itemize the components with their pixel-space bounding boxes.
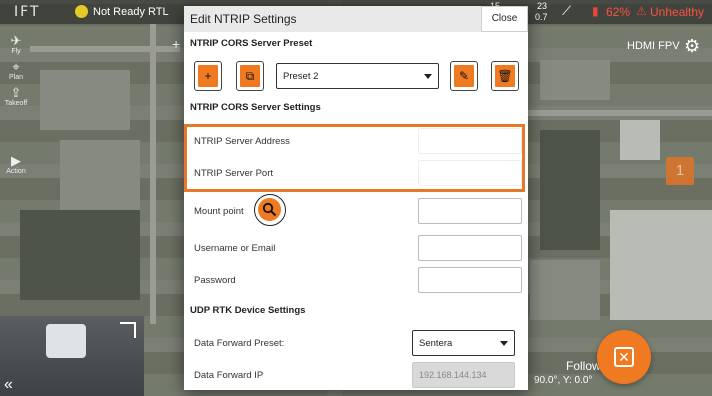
flight-mode[interactable]: RTL (148, 6, 169, 18)
tool-fly[interactable]: ✈ Fly (4, 33, 28, 56)
status-dot-icon (75, 5, 88, 18)
tool-label: Plan (8, 74, 23, 81)
ntrip-settings-dialog: Edit NTRIP Settings Close NTRIP CORS Ser… (184, 6, 528, 390)
map-block (60, 140, 140, 210)
delete-preset-button[interactable]: 🗑 (491, 61, 519, 91)
vehicle-status[interactable]: Not Ready (93, 6, 145, 18)
add-preset-button[interactable]: + (194, 61, 222, 91)
preset-section-title: NTRIP CORS Server Preset (190, 38, 313, 49)
map-block (40, 70, 130, 130)
gear-icon[interactable]: ⚙ (684, 36, 700, 57)
left-toolbar: ✈ Fly ⌖ Plan ⇪ Takeoff ▶ Action (0, 24, 30, 194)
tool-takeoff[interactable]: ⇪ Takeoff (4, 85, 28, 108)
map-road (30, 46, 180, 52)
pencil-icon: ✎ (454, 65, 474, 87)
close-icon: ✕ (614, 347, 634, 367)
mount-point-input[interactable] (418, 198, 522, 224)
expand-icon[interactable] (120, 322, 136, 338)
data-forward-ip-label: Data Forward IP (194, 370, 264, 381)
map-road (528, 110, 712, 116)
hdop-value: 0.7 (535, 12, 548, 22)
battery-percent: 62% (606, 5, 631, 19)
map-block (540, 60, 610, 100)
copy-preset-button[interactable]: ⧉ (236, 61, 264, 91)
telemetry-icon: ⟋ (562, 3, 572, 18)
map-block (540, 130, 600, 250)
data-forward-preset-value: Sentera (419, 338, 453, 349)
plus-icon: + (198, 65, 218, 87)
health-status[interactable]: Unhealthy (650, 5, 704, 19)
fpv-source[interactable]: HDMI FPV (627, 40, 680, 52)
password-input[interactable] (418, 267, 522, 293)
map-block (530, 260, 600, 320)
close-button[interactable]: Close (481, 6, 528, 32)
search-mount-button[interactable] (254, 194, 286, 226)
preset-select[interactable]: Preset 2 (276, 63, 439, 89)
server-address-input[interactable] (418, 128, 522, 154)
plus-icon[interactable]: + (172, 36, 180, 52)
gimbal-readout: 90.0°, Y: 0.0° (534, 375, 593, 386)
map-building (610, 210, 712, 320)
plan-icon: ⌖ (12, 59, 20, 74)
takeoff-icon: ⇪ (10, 85, 22, 100)
data-forward-preset-label: Data Forward Preset: (194, 338, 285, 349)
map-block (20, 210, 140, 300)
tool-label: Takeoff (4, 100, 28, 107)
server-address-label: NTRIP Server Address (194, 136, 290, 147)
map-road (150, 24, 156, 324)
tool-label: Fly (11, 48, 21, 55)
video-frame (46, 324, 86, 358)
server-settings-title: NTRIP CORS Server Settings (190, 102, 321, 113)
action-icon: ▶ (11, 153, 21, 168)
data-forward-preset-select[interactable]: Sentera (412, 330, 515, 356)
udp-section-title: UDP RTK Device Settings (190, 305, 306, 316)
dialog-header: Edit NTRIP Settings Close (184, 6, 528, 32)
chevron-down-icon (500, 341, 508, 346)
close-fab-button[interactable]: ✕ (597, 330, 651, 384)
search-icon (258, 198, 281, 221)
copy-icon: ⧉ (240, 65, 260, 87)
server-port-input[interactable] (418, 160, 522, 186)
health-icon: ⚠ (636, 4, 647, 18)
preset-select-value: Preset 2 (283, 71, 319, 82)
follow-label[interactable]: Follow (566, 359, 601, 373)
username-label: Username or Email (194, 243, 276, 254)
chevron-down-icon (424, 74, 432, 79)
tool-label: Action (6, 168, 26, 175)
server-port-label: NTRIP Server Port (194, 168, 274, 179)
map-building (620, 120, 660, 160)
video-thumbnail[interactable]: « (0, 316, 144, 396)
mount-point-label: Mount point (194, 206, 244, 217)
trash-icon: 🗑 (495, 65, 515, 87)
collapse-chevron-icon[interactable]: « (4, 376, 13, 394)
data-forward-ip-input: 192.168.144.134 (412, 362, 515, 388)
password-label: Password (194, 275, 236, 286)
fly-icon: ✈ (10, 33, 22, 48)
hdop-count: 23 (537, 1, 548, 11)
battery-icon: ▮ (592, 4, 599, 18)
waypoint-marker[interactable]: 1 (666, 157, 694, 185)
tool-plan[interactable]: ⌖ Plan (4, 59, 28, 82)
edit-preset-button[interactable]: ✎ (450, 61, 478, 91)
username-input[interactable] (418, 235, 522, 261)
dialog-title: Edit NTRIP Settings (190, 12, 297, 26)
dialog-body: NTRIP CORS Server Preset + ⧉ Preset 2 ✎ … (184, 32, 528, 390)
app-logo: IFT (14, 4, 41, 20)
tool-action[interactable]: ▶ Action (4, 153, 28, 176)
